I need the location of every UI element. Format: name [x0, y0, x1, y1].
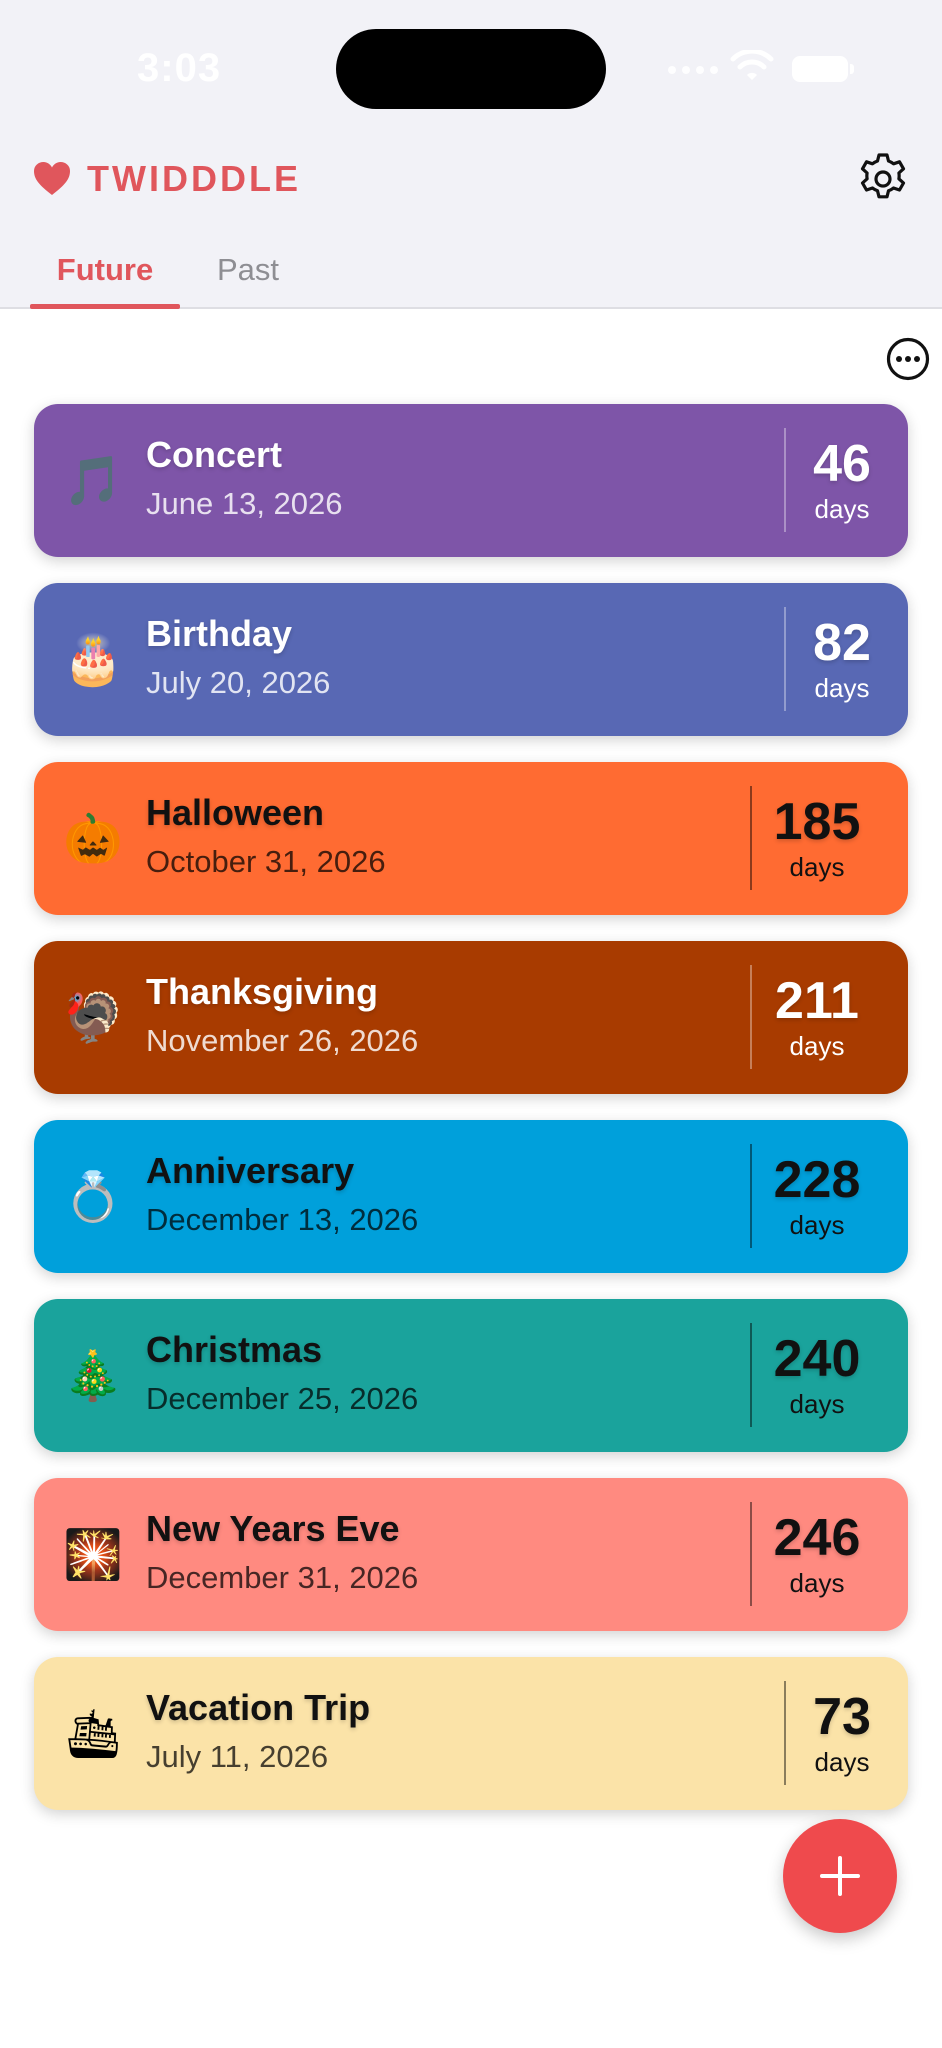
days-remaining: 246 days [752, 1508, 882, 1598]
status-time: 3:03 [137, 46, 222, 90]
event-emoji-icon: 🎇 [63, 1527, 123, 1583]
days-count: 73 [813, 1688, 871, 1746]
event-date: July 11, 2026 [146, 1739, 329, 1774]
app-brand: TWIDDDLE [33, 158, 301, 200]
days-remaining: 185 days [752, 792, 882, 882]
days-count: 240 [773, 1330, 861, 1388]
event-title: Anniversary [146, 1150, 355, 1191]
days-label: days [814, 673, 870, 703]
add-event-button[interactable] [783, 1819, 897, 1933]
heart-icon [34, 162, 70, 195]
event-emoji-icon: 🦃 [63, 990, 123, 1046]
header-area: 3:03 TWIDDDLE Future Past [0, 0, 942, 309]
days-count: 185 [773, 793, 861, 851]
days-remaining: 46 days [802, 434, 882, 524]
event-title: New Years Eve [146, 1508, 400, 1549]
event-card[interactable]: 💍 Anniversary December 13, 2026 228 days [34, 1120, 908, 1273]
event-emoji-icon: 🎃 [63, 811, 123, 867]
days-remaining: 73 days [802, 1687, 882, 1777]
event-card[interactable]: 🎄 Christmas December 25, 2026 240 days [34, 1299, 908, 1452]
days-remaining: 228 days [752, 1150, 882, 1240]
ellipsis-circle-icon[interactable] [886, 337, 930, 381]
days-label: days [789, 1031, 845, 1061]
event-date: December 31, 2026 [146, 1560, 419, 1595]
days-count: 211 [775, 972, 859, 1030]
days-remaining: 240 days [752, 1329, 882, 1419]
event-emoji-icon: 💍 [63, 1169, 123, 1225]
event-emoji-icon: 🎄 [63, 1348, 123, 1404]
event-title: Thanksgiving [146, 971, 379, 1012]
card-divider [784, 1681, 786, 1785]
tab-future[interactable]: Future [30, 248, 180, 309]
cellular-signal-icon [668, 66, 718, 74]
event-date: October 31, 2026 [146, 844, 386, 879]
event-emoji-icon: 🎵 [63, 453, 123, 509]
event-card[interactable]: 🎇 New Years Eve December 31, 2026 246 days [34, 1478, 908, 1631]
event-card[interactable]: 🛳 Vacation Trip July 11, 2026 73 days [34, 1657, 908, 1810]
tab-past[interactable]: Past [198, 248, 298, 308]
gear-icon[interactable] [856, 152, 910, 206]
event-title: Vacation Trip [146, 1687, 371, 1728]
event-card[interactable]: 🦃 Thanksgiving November 26, 2026 211 days [34, 941, 908, 1094]
days-count: 246 [773, 1509, 861, 1567]
event-date: December 13, 2026 [146, 1202, 419, 1237]
plus-icon [820, 1856, 860, 1896]
event-date: November 26, 2026 [146, 1023, 419, 1058]
status-icons [668, 48, 860, 88]
days-count: 228 [773, 1151, 861, 1209]
event-title: Christmas [146, 1329, 323, 1370]
event-title: Concert [146, 434, 283, 475]
event-emoji-icon: 🎂 [63, 632, 123, 688]
event-date: December 25, 2026 [146, 1381, 419, 1416]
event-emoji-icon: 🛳 [62, 1706, 124, 1762]
wifi-icon [730, 50, 774, 80]
days-remaining: 82 days [802, 613, 882, 703]
card-divider [784, 428, 786, 532]
event-date: June 13, 2026 [146, 486, 343, 521]
days-label: days [789, 1568, 845, 1598]
app-title: TWIDDDLE [87, 158, 301, 199]
days-count: 82 [813, 614, 871, 672]
event-date: July 20, 2026 [146, 665, 331, 700]
card-divider [784, 607, 786, 711]
days-label: days [814, 494, 870, 524]
event-card[interactable]: 🎵 Concert June 13, 2026 46 days [34, 404, 908, 557]
days-label: days [814, 1747, 870, 1777]
battery-icon [792, 56, 854, 82]
days-count: 46 [813, 435, 871, 493]
dynamic-island [336, 29, 606, 109]
event-title: Birthday [146, 613, 293, 654]
days-label: days [789, 852, 845, 882]
days-label: days [789, 1389, 845, 1419]
event-title: Halloween [146, 792, 325, 833]
days-label: days [789, 1210, 845, 1240]
event-card[interactable]: 🎃 Halloween October 31, 2026 185 days [34, 762, 908, 915]
days-remaining: 211 days [752, 971, 882, 1061]
event-card[interactable]: 🎂 Birthday July 20, 2026 82 days [34, 583, 908, 736]
